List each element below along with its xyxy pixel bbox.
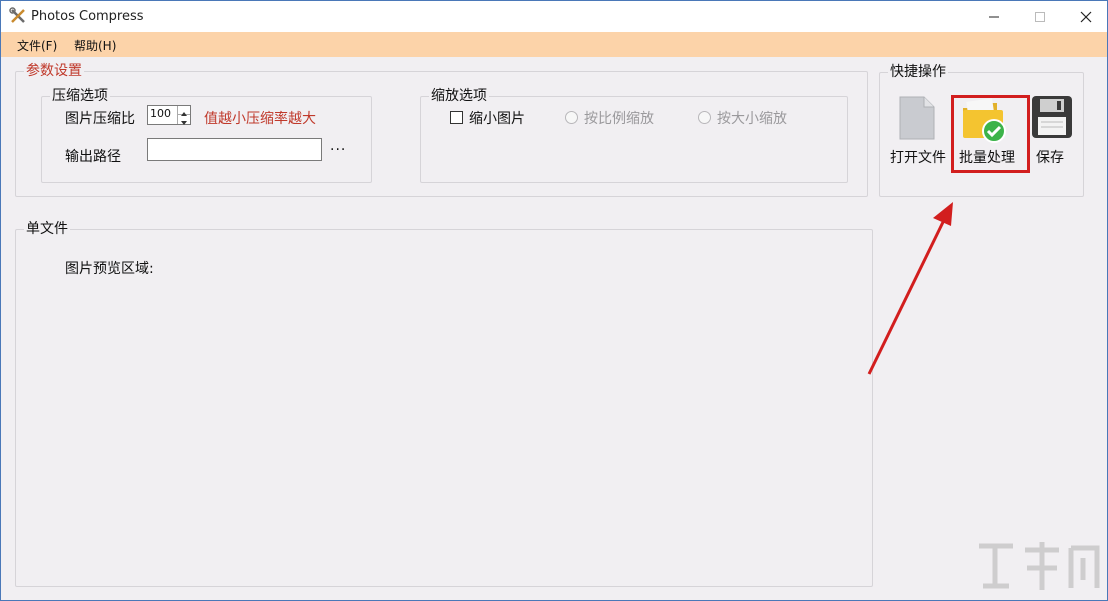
scale-by-ratio-label: 按比例缩放 — [584, 111, 654, 127]
scale-by-size-label: 按大小缩放 — [717, 111, 787, 127]
output-path-input[interactable] — [147, 138, 322, 161]
window-title: Photos Compress — [31, 9, 144, 24]
chevron-down-icon — [181, 121, 187, 125]
minimize-icon — [989, 16, 999, 18]
annotation-arrow — [867, 202, 953, 375]
menu-help[interactable]: 帮助(H) — [74, 37, 116, 54]
close-button[interactable] — [1063, 1, 1108, 32]
maximize-icon — [1035, 12, 1045, 22]
app-window: Photos Compress 文件(F) 帮助(H) 参数设置 压缩选项 图片… — [0, 0, 1108, 601]
spin-up-button[interactable] — [178, 106, 190, 116]
scale-by-ratio-radio[interactable] — [565, 111, 578, 124]
quick-ops-title: 快捷操作 — [888, 64, 948, 80]
ratio-label: 图片压缩比 — [65, 111, 135, 127]
shrink-label: 缩小图片 — [469, 111, 525, 127]
open-file-label: 打开文件 — [890, 150, 946, 166]
browse-button[interactable]: ··· — [330, 142, 346, 158]
title-bar: Photos Compress — [1, 1, 1107, 32]
single-file-group: 单文件 — [15, 221, 873, 587]
minimize-button[interactable] — [971, 1, 1017, 32]
ratio-spinbox[interactable]: 100 — [147, 105, 191, 125]
file-icon — [899, 96, 935, 140]
menu-file[interactable]: 文件(F) — [17, 37, 57, 54]
ratio-spin-buttons — [177, 106, 190, 125]
ratio-value: 100 — [150, 107, 171, 120]
compress-group-title: 压缩选项 — [50, 88, 110, 104]
params-group-title: 参数设置 — [24, 63, 84, 79]
compress-hint: 值越小压缩率越大 — [204, 111, 316, 127]
save-button[interactable]: 保存 — [1031, 93, 1077, 168]
watermark-logo — [979, 542, 1100, 590]
scale-by-size-radio[interactable] — [698, 111, 711, 124]
single-file-title: 单文件 — [24, 221, 70, 237]
tools-icon — [9, 7, 25, 23]
shrink-checkbox[interactable] — [450, 111, 463, 124]
highlight-box — [951, 95, 1030, 173]
close-icon — [1080, 11, 1092, 23]
scale-group-title: 缩放选项 — [429, 88, 489, 104]
output-path-label: 输出路径 — [65, 149, 121, 165]
spin-down-button[interactable] — [178, 115, 190, 125]
maximize-button[interactable] — [1017, 1, 1063, 32]
floppy-disk-icon — [1032, 96, 1072, 138]
preview-label: 图片预览区域: — [65, 261, 154, 277]
open-file-button[interactable]: 打开文件 — [889, 93, 949, 168]
save-label: 保存 — [1036, 150, 1064, 166]
menu-bar: 文件(F) 帮助(H) — [1, 32, 1107, 57]
